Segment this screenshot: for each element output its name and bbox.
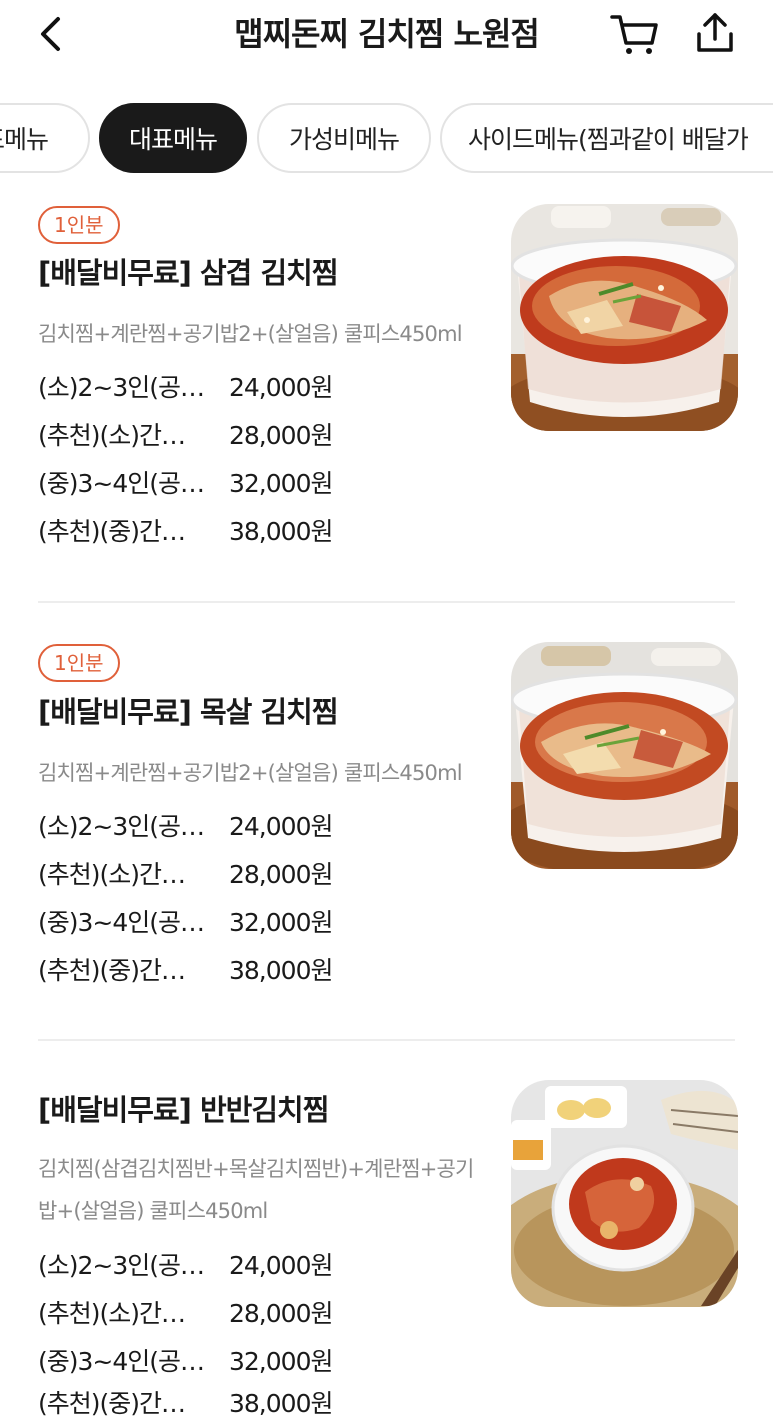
section-divider <box>38 601 735 603</box>
food-thumbnail <box>511 204 738 431</box>
share-button[interactable] <box>690 8 740 58</box>
option-price: 38,000원 <box>229 1389 333 1418</box>
price-option: (추천)(소)간… 28,000원 <box>38 414 333 454</box>
tab-main-menu-partial[interactable]: 표메뉴 <box>0 103 90 173</box>
menu-item-description: 김치찜+계란찜+공기밥2+(살얼음) 쿨피스450ml <box>38 761 463 785</box>
tab-main-menu[interactable]: 대표메뉴 <box>99 103 247 173</box>
price-option: (중)3~4인(공… 32,000원 <box>38 462 333 502</box>
category-tabs: 표메뉴 대표메뉴 가성비메뉴 사이드메뉴(찜과같이 배달가 <box>0 103 773 175</box>
menu-item-name: [배달비무료] 목살 김치찜 <box>38 695 339 729</box>
serving-badge: 1인분 <box>38 644 120 682</box>
option-price: 24,000원 <box>229 373 333 402</box>
price-option: (소)2~3인(공… 24,000원 <box>38 805 333 845</box>
option-price: 32,000원 <box>229 469 333 498</box>
price-option: (추천)(중)간… 38,000원 <box>38 949 333 989</box>
food-thumbnail <box>511 642 738 869</box>
option-price: 28,000원 <box>229 1299 333 1328</box>
option-price: 32,000원 <box>229 908 333 937</box>
food-thumbnail <box>511 1080 738 1307</box>
price-option: (추천)(소)간… 28,000원 <box>38 853 333 893</box>
price-option: (소)2~3인(공… 24,000원 <box>38 1244 333 1284</box>
option-name: (소)2~3인(공… <box>38 373 205 402</box>
option-name: (소)2~3인(공… <box>38 1251 205 1280</box>
menu-item-name: [배달비무료] 반반김치찜 <box>38 1093 329 1127</box>
option-name: (추천)(중)간… <box>38 517 186 546</box>
top-bar: 맵찌돈찌 김치찜 노원점 <box>0 0 773 70</box>
option-name: (추천)(중)간… <box>38 956 186 985</box>
option-name: (추천)(중)간… <box>38 1389 186 1418</box>
cart-button[interactable] <box>606 10 662 58</box>
option-name: (추천)(소)간… <box>38 421 186 450</box>
tab-value-menu[interactable]: 가성비메뉴 <box>257 103 431 173</box>
option-name: (추천)(소)간… <box>38 1299 186 1328</box>
price-option: (중)3~4인(공… 32,000원 <box>38 1340 333 1380</box>
option-price: 28,000원 <box>229 421 333 450</box>
price-option: (중)3~4인(공… 32,000원 <box>38 901 333 941</box>
tab-side-menu[interactable]: 사이드메뉴(찜과같이 배달가 <box>440 103 773 173</box>
option-price: 24,000원 <box>229 812 333 841</box>
option-price: 38,000원 <box>229 517 333 546</box>
option-price: 28,000원 <box>229 860 333 889</box>
section-divider <box>38 1039 735 1041</box>
serving-badge: 1인분 <box>38 206 120 244</box>
option-name: (소)2~3인(공… <box>38 812 205 841</box>
price-option: (추천)(소)간… 28,000원 <box>38 1292 333 1332</box>
option-price: 24,000원 <box>229 1251 333 1280</box>
option-name: (중)3~4인(공… <box>38 469 205 498</box>
option-name: (중)3~4인(공… <box>38 1347 205 1376</box>
menu-item-description: 김치찜(삼겹김치찜반+목살김치찜반)+계란찜+공기밥+(살얼음) 쿨피스450m… <box>38 1157 474 1223</box>
menu-item-description: 김치찜+계란찜+공기밥2+(살얼음) 쿨피스450ml <box>38 322 463 346</box>
price-option: (추천)(중)간… 38,000원 <box>38 510 333 550</box>
menu-item-name: [배달비무료] 삼겹 김치찜 <box>38 256 339 290</box>
share-icon <box>697 13 733 52</box>
option-price: 38,000원 <box>229 956 333 985</box>
price-option: (소)2~3인(공… 24,000원 <box>38 366 333 406</box>
cart-icon <box>610 15 658 54</box>
price-option: (추천)(중)간… 38,000원 <box>38 1382 333 1422</box>
option-name: (중)3~4인(공… <box>38 908 205 937</box>
option-name: (추천)(소)간… <box>38 860 186 889</box>
option-price: 32,000원 <box>229 1347 333 1376</box>
